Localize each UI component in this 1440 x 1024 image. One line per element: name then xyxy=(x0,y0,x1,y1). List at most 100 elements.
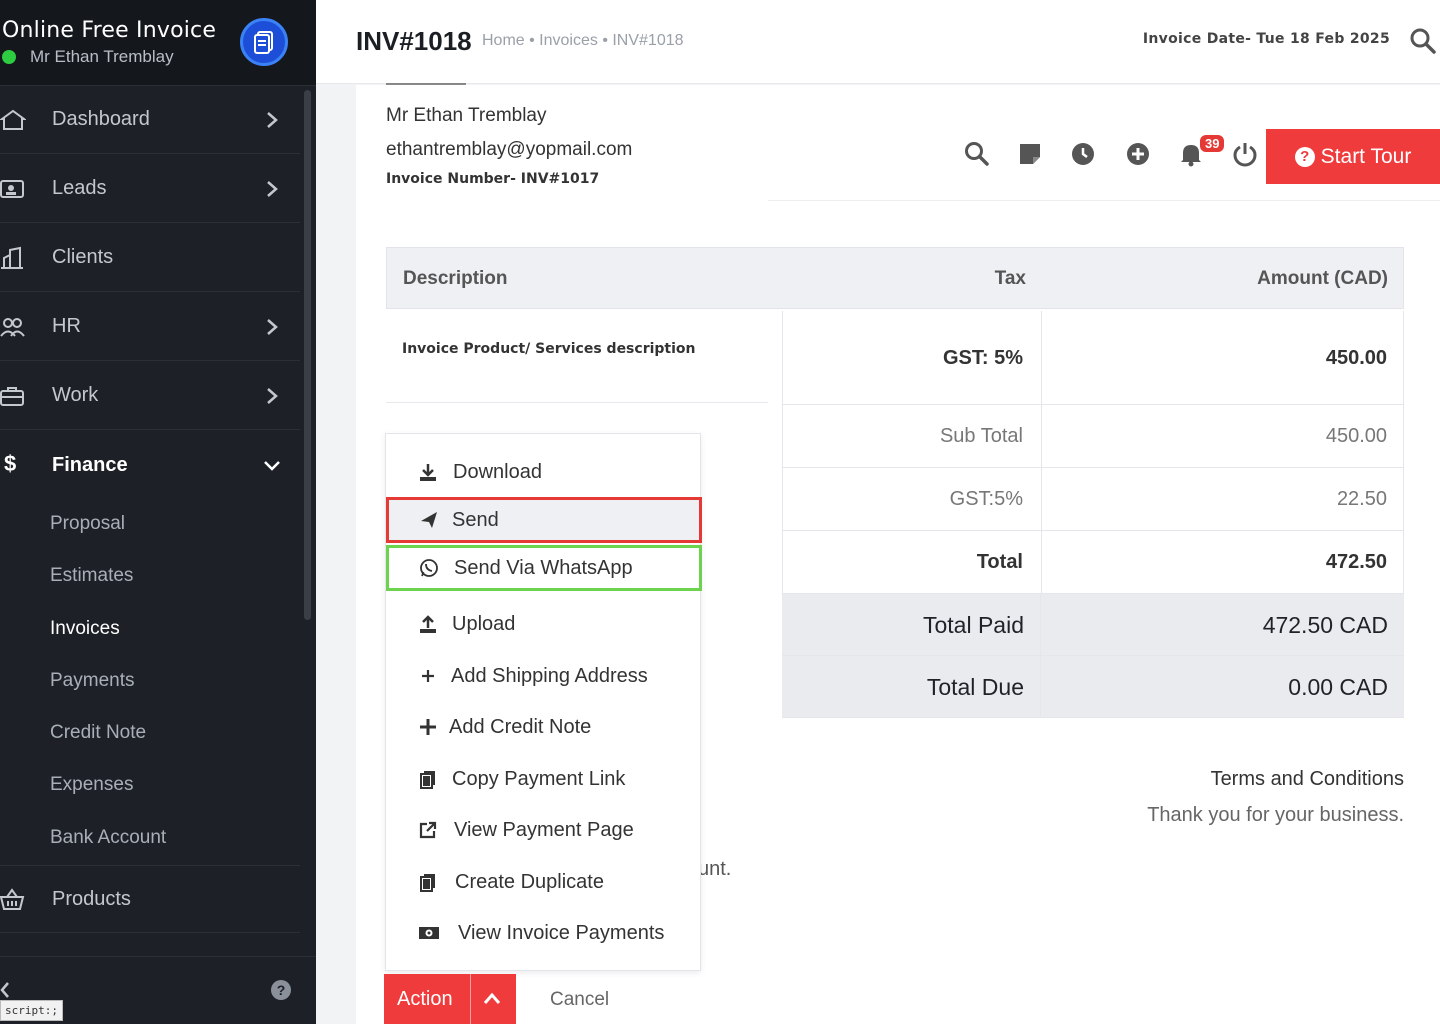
sidebar-item-work[interactable]: Work xyxy=(0,362,300,430)
summary-value: 472.50 CAD xyxy=(1262,612,1388,638)
question-circle-icon: ? xyxy=(1294,146,1315,167)
chevron-up-icon[interactable] xyxy=(482,990,502,1008)
upload-icon xyxy=(420,615,436,633)
summary-row-total-paid: Total Paid 472.50 CAD xyxy=(782,594,1404,656)
sidebar-scrollbar[interactable] xyxy=(304,90,311,620)
menu-item-create-duplicate[interactable]: Create Duplicate xyxy=(386,859,702,905)
sidebar-item-label: Dashboard xyxy=(52,108,150,130)
sidebar-item-hr[interactable]: HR xyxy=(0,293,300,361)
sidebar-subitem-invoices[interactable]: Invoices xyxy=(50,618,120,640)
column-divider xyxy=(1040,656,1041,717)
thanks-note: Thank you for your business. xyxy=(1147,804,1404,826)
whatsapp-icon xyxy=(420,559,438,577)
summary-row-gst: GST:5% 22.50 xyxy=(782,468,1404,531)
copy-icon xyxy=(420,771,435,789)
sidebar-item-label: Clients xyxy=(52,246,114,268)
search-icon[interactable] xyxy=(964,141,990,167)
download-icon xyxy=(420,464,436,481)
menu-item-add-shipping[interactable]: Add Shipping Address xyxy=(386,653,702,699)
menu-item-send[interactable]: Send xyxy=(386,497,702,543)
collapse-sidebar-icon[interactable] xyxy=(0,981,12,999)
brand-logo-icon[interactable] xyxy=(240,18,288,66)
menu-item-copy-payment-link[interactable]: Copy Payment Link xyxy=(386,756,702,802)
basket-icon xyxy=(0,888,25,910)
sidebar-item-finance[interactable]: $ Finance xyxy=(0,431,300,499)
cancel-button[interactable]: Cancel xyxy=(550,989,609,1011)
item-tax: GST: 5% xyxy=(942,347,1023,369)
items-table-header: Description Tax Amount (CAD) xyxy=(386,247,1404,309)
home-icon xyxy=(0,109,26,130)
invoice-number: Invoice Number- INV#1017 xyxy=(386,171,600,187)
clock-icon[interactable] xyxy=(1070,141,1096,167)
power-icon[interactable] xyxy=(1232,141,1258,167)
item-amount: 450.00 xyxy=(1325,347,1387,369)
column-header-tax: Tax xyxy=(994,268,1026,289)
sidebar-item-leads[interactable]: Leads xyxy=(0,155,300,223)
start-tour-button[interactable]: ? Start Tour xyxy=(1266,129,1440,184)
building-icon xyxy=(1,246,23,269)
menu-item-download[interactable]: Download xyxy=(386,449,702,495)
menu-item-label: Download xyxy=(453,460,542,483)
menu-item-upload[interactable]: Upload xyxy=(386,601,702,647)
column-divider xyxy=(1040,594,1041,655)
terms-heading: Terms and Conditions xyxy=(1210,768,1404,790)
sidebar-item-label: Leads xyxy=(52,177,107,199)
sticky-note-icon[interactable] xyxy=(1017,141,1043,167)
menu-item-view-payment-page[interactable]: View Payment Page xyxy=(386,807,702,853)
add-circle-icon[interactable] xyxy=(1125,141,1151,167)
summary-row-total-due: Total Due 0.00 CAD xyxy=(782,656,1404,718)
menu-item-label: View Invoice Payments xyxy=(458,921,665,944)
sidebar-subitem-bank-account[interactable]: Bank Account xyxy=(50,827,166,849)
sidebar-subitem-payments[interactable]: Payments xyxy=(50,670,134,692)
column-divider xyxy=(1041,531,1042,593)
summary-label: Total Paid xyxy=(922,612,1024,638)
plus-icon xyxy=(420,719,436,735)
external-link-icon xyxy=(419,821,437,839)
menu-item-send-whatsapp[interactable]: Send Via WhatsApp xyxy=(386,545,702,591)
summary-row-total: Total 472.50 xyxy=(782,531,1404,594)
dollar-icon: $ xyxy=(4,451,17,476)
column-divider xyxy=(1041,311,1042,404)
user-name: Mr Ethan Tremblay xyxy=(30,47,174,66)
help-icon[interactable]: ? xyxy=(270,979,292,1001)
breadcrumb[interactable]: Home • Invoices • INV#1018 xyxy=(482,32,684,50)
menu-item-label: Add Shipping Address xyxy=(451,664,648,687)
menu-item-add-credit-note[interactable]: Add Credit Note xyxy=(386,704,702,750)
top-bar: INV#1018 Home • Invoices • INV#1018 Invo… xyxy=(316,0,1440,84)
user-info[interactable]: Mr Ethan Tremblay xyxy=(2,47,174,67)
item-description-cell: Invoice Product/ Services description xyxy=(386,311,768,403)
column-header-description: Description xyxy=(403,268,508,289)
online-status-dot xyxy=(2,50,16,64)
status-tooltip: script:; xyxy=(0,1000,63,1021)
sidebar-item-dashboard[interactable]: Dashboard xyxy=(0,86,300,154)
summary-value: 472.50 xyxy=(1325,551,1387,573)
item-description: Invoice Product/ Services description xyxy=(402,341,696,357)
sidebar-subitem-credit-note[interactable]: Credit Note xyxy=(50,722,146,744)
action-button-label: Action xyxy=(397,988,453,1010)
id-card-icon xyxy=(0,180,24,198)
paper-plane-icon xyxy=(421,512,437,528)
menu-item-label: Upload xyxy=(452,612,516,635)
invoice-date: Invoice Date- Tue 18 Feb 2025 xyxy=(1142,31,1390,47)
sidebar-subitem-estimates[interactable]: Estimates xyxy=(50,565,133,587)
billed-to-email: ethantremblay@yopmail.com xyxy=(386,139,633,160)
action-button[interactable]: Action xyxy=(384,974,516,1024)
chevron-right-icon xyxy=(267,388,278,404)
sidebar-subitem-expenses[interactable]: Expenses xyxy=(50,774,133,796)
invoice-summary-table: GST: 5% 450.00 Sub Total 450.00 GST:5% 2… xyxy=(782,311,1404,718)
svg-text:?: ? xyxy=(277,982,286,998)
search-icon[interactable] xyxy=(1410,28,1436,54)
summary-label: Total Due xyxy=(926,674,1024,700)
obscured-text: unt. xyxy=(698,858,732,880)
copy-icon xyxy=(420,874,435,892)
summary-label: Total xyxy=(976,551,1023,573)
plus-icon xyxy=(422,670,434,682)
menu-item-label: View Payment Page xyxy=(454,818,634,841)
sidebar-subitem-proposal[interactable]: Proposal xyxy=(50,513,125,535)
sidebar-item-products[interactable]: Products xyxy=(0,865,300,933)
menu-item-view-invoice-payments[interactable]: View Invoice Payments xyxy=(386,910,702,956)
sidebar-item-clients[interactable]: Clients xyxy=(0,224,300,292)
sidebar-item-label: Products xyxy=(52,887,131,910)
users-icon xyxy=(0,318,25,337)
sidebar-item-label: HR xyxy=(52,315,81,337)
